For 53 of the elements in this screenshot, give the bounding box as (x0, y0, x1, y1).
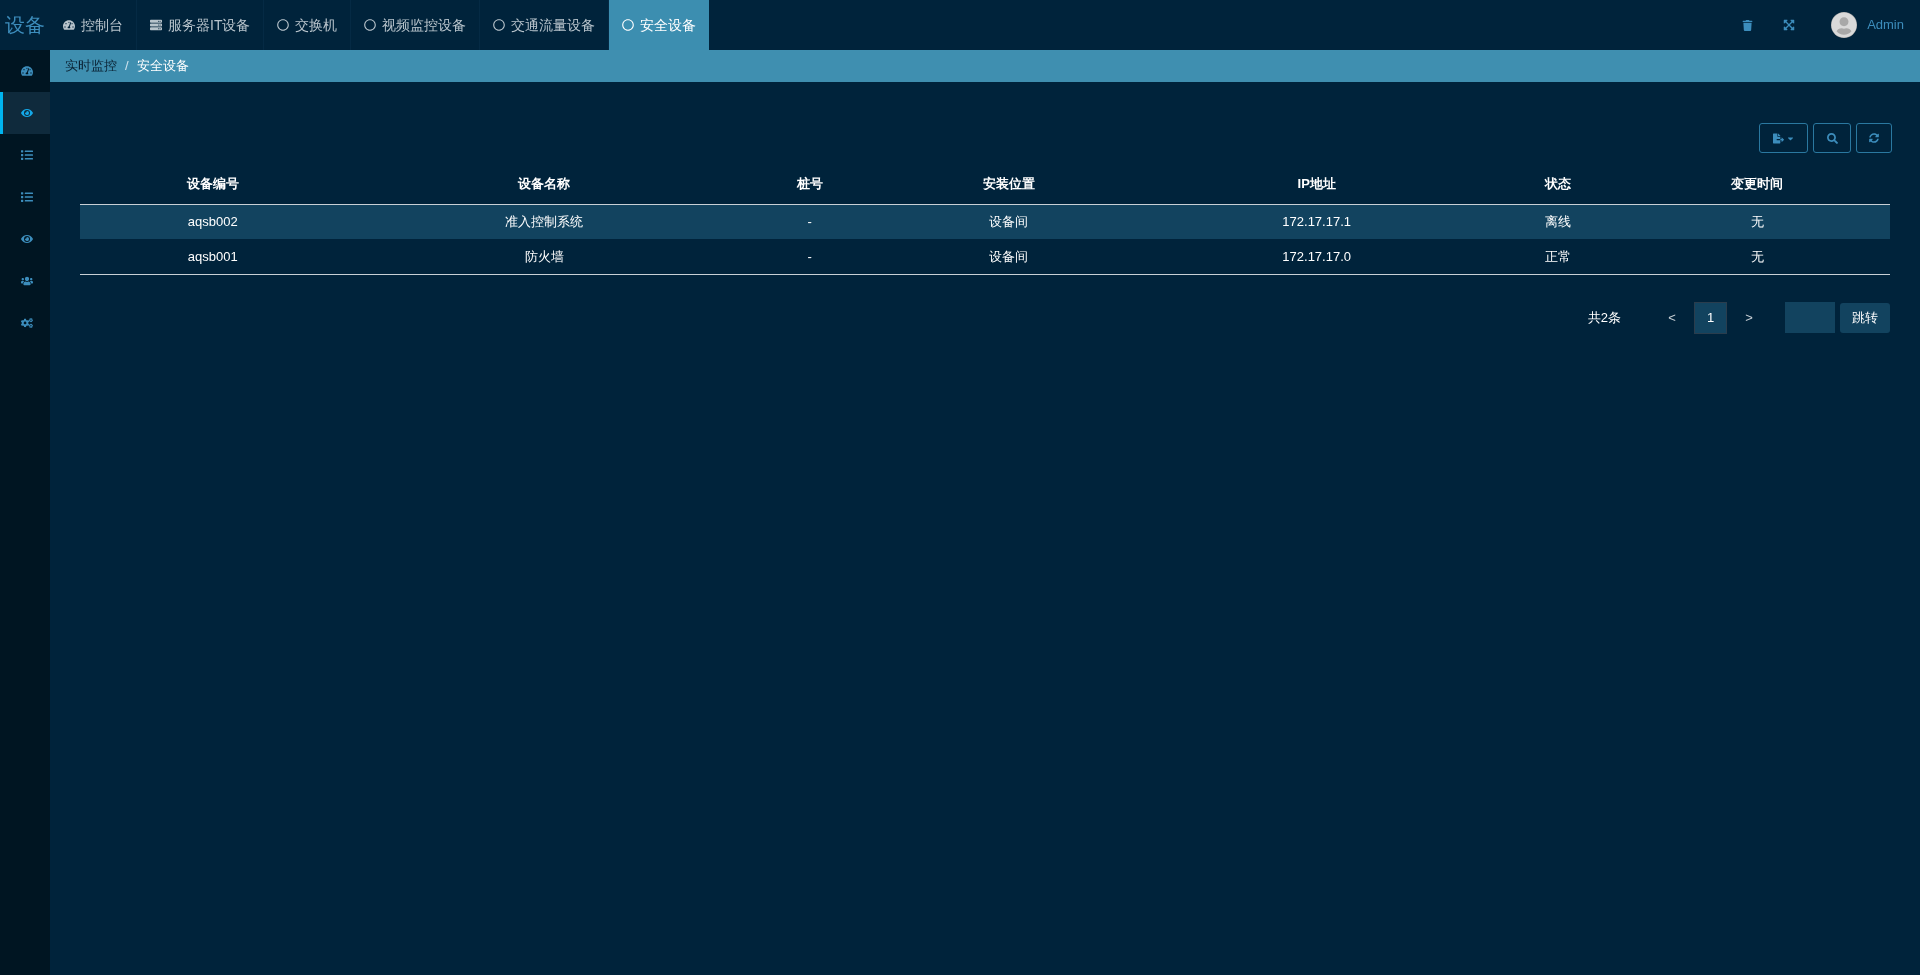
table-cell: 172.17.17.1 (1141, 204, 1492, 239)
table-cell: 防火墙 (345, 239, 744, 274)
table-cell: 设备间 (876, 204, 1142, 239)
column-header: 设备编号 (80, 163, 346, 204)
eye-icon (20, 107, 33, 119)
user-name[interactable]: Admin (1867, 15, 1904, 35)
breadcrumb-separator: / (125, 57, 129, 76)
table-cell: 设备间 (876, 239, 1142, 274)
eye-icon (20, 233, 33, 245)
expand-arrows-icon (1783, 19, 1796, 31)
nav-tab[interactable]: 安全设备 (609, 0, 710, 50)
gears-icon (20, 317, 33, 329)
gauge-icon (20, 65, 33, 77)
table-cell: 无 (1624, 204, 1890, 239)
column-header: IP地址 (1141, 163, 1492, 204)
search-button[interactable] (1813, 123, 1851, 153)
table-cell: - (743, 239, 877, 274)
gauge-icon (63, 19, 75, 31)
table-cell: - (743, 204, 877, 239)
export-button[interactable] (1759, 123, 1808, 153)
refresh-icon (1869, 133, 1879, 143)
column-header: 状态 (1491, 163, 1625, 204)
page-button[interactable]: 1 (1694, 301, 1727, 334)
logo: 设备 (4, 13, 46, 38)
column-header: 变更时间 (1624, 163, 1890, 204)
breadcrumb-item[interactable]: 实时监控 (65, 56, 117, 76)
table-cell: 正常 (1491, 239, 1625, 274)
export-icon (1772, 132, 1784, 144)
next-page-button[interactable]: > (1733, 301, 1765, 334)
table-cell: 172.17.17.0 (1141, 239, 1492, 274)
users-icon (20, 275, 33, 287)
avatar-icon[interactable] (1831, 12, 1858, 38)
list-icon (20, 191, 33, 203)
column-header: 桩号 (743, 163, 877, 204)
search-icon (1826, 132, 1838, 144)
server-icon (150, 19, 162, 31)
trash-icon (1742, 19, 1754, 31)
total-count: 共2条 (1587, 308, 1621, 327)
refresh-button[interactable] (1856, 123, 1892, 153)
column-header: 安装位置 (876, 163, 1142, 204)
column-header: 设备名称 (345, 163, 744, 204)
table-cell: 无 (1624, 239, 1890, 274)
page-input[interactable] (1785, 302, 1835, 333)
table-cell: 离线 (1491, 204, 1625, 239)
jump-button[interactable]: 跳转 (1840, 302, 1890, 333)
sidebar-item[interactable] (0, 92, 50, 134)
prev-page-button[interactable]: < (1656, 301, 1688, 334)
table-row[interactable]: aqsb001 防火墙 - 设备间 172.17.17.0 正常 无 (80, 239, 1890, 274)
table-cell: aqsb001 (80, 239, 346, 274)
table-cell: aqsb002 (80, 204, 346, 239)
table-cell: 准入控制系统 (345, 204, 744, 239)
list-icon (20, 149, 33, 161)
breadcrumb-item: 安全设备 (136, 57, 189, 76)
